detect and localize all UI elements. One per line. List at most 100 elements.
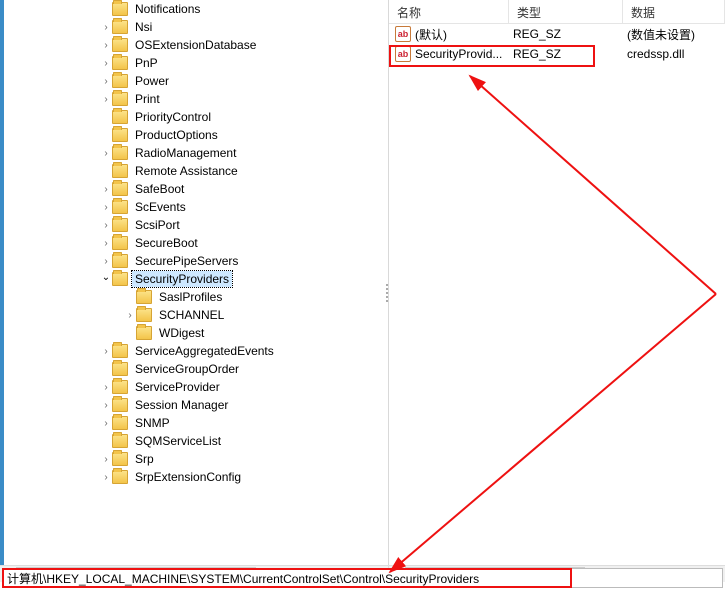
folder-icon [112, 344, 128, 358]
folder-icon [112, 74, 128, 88]
tree-label: SecureBoot [132, 235, 201, 251]
tree-item[interactable]: WDigest [4, 324, 388, 342]
col-type[interactable]: 类型 [509, 0, 623, 23]
tree-label: SecurityProviders [132, 271, 232, 287]
chevron-icon[interactable]: › [100, 454, 112, 465]
tree-item[interactable]: ›SecurePipeServers [4, 252, 388, 270]
folder-icon [112, 200, 128, 214]
tree-label: ProductOptions [132, 127, 221, 143]
tree-item[interactable]: › RadioManagement [4, 144, 388, 162]
tree-label: ScEvents [132, 199, 189, 215]
chevron-icon[interactable]: › [124, 310, 136, 321]
folder-icon [112, 146, 128, 160]
tree-item[interactable]: › Srp [4, 450, 388, 468]
folder-icon [112, 470, 128, 484]
tree-label: Print [132, 91, 163, 107]
chevron-icon[interactable]: › [100, 256, 112, 267]
tree-item[interactable]: › ScsiPort [4, 216, 388, 234]
tree-item[interactable]: › SecureBoot [4, 234, 388, 252]
chevron-icon[interactable]: › [100, 58, 112, 69]
folder-icon [112, 254, 128, 268]
tree-label: Remote Assistance [132, 163, 241, 179]
tree-label: RadioManagement [132, 145, 239, 161]
chevron-icon[interactable]: › [100, 400, 112, 411]
tree-label: OSExtensionDatabase [132, 37, 259, 53]
tree-label: SafeBoot [132, 181, 187, 197]
address-bar[interactable]: 计算机\HKEY_LOCAL_MACHINE\SYSTEM\CurrentCon… [2, 568, 723, 588]
tree-item[interactable]: › SNMP [4, 414, 388, 432]
chevron-icon[interactable]: › [100, 94, 112, 105]
tree-item[interactable]: ServiceGroupOrder [4, 360, 388, 378]
tree-item[interactable]: ⌄ SecurityProviders [4, 270, 388, 288]
tree-item[interactable]: SaslProfiles [4, 288, 388, 306]
tree-label: Srp [132, 451, 157, 467]
folder-icon [112, 92, 128, 106]
string-icon: ab [395, 46, 411, 62]
tree-label: ScsiPort [132, 217, 183, 233]
chevron-icon[interactable]: › [100, 238, 112, 249]
chevron-icon[interactable]: › [100, 418, 112, 429]
tree-item[interactable]: › ScEvents [4, 198, 388, 216]
tree-item[interactable]: › Nsi [4, 18, 388, 36]
tree-label: SQMServiceList [132, 433, 224, 449]
folder-icon [112, 56, 128, 70]
col-data[interactable]: 数据 [623, 0, 725, 23]
chevron-icon[interactable]: › [100, 22, 112, 33]
tree-item[interactable]: › Session Manager [4, 396, 388, 414]
tree-label: PnP [132, 55, 161, 71]
value-type: REG_SZ [509, 27, 623, 41]
tree-item[interactable]: PriorityControl [4, 108, 388, 126]
tree-label: Nsi [132, 19, 155, 35]
folder-icon [112, 380, 128, 394]
col-name[interactable]: 名称 [389, 0, 509, 23]
folder-icon [112, 452, 128, 466]
tree-label: SaslProfiles [156, 289, 225, 305]
tree-item[interactable]: › SCHANNEL [4, 306, 388, 324]
tree-label: ServiceProvider [132, 379, 223, 395]
tree-label: SrpExtensionConfig [132, 469, 244, 485]
chevron-icon[interactable]: › [100, 202, 112, 213]
folder-icon [112, 182, 128, 196]
folder-icon [112, 164, 128, 178]
value-type: REG_SZ [509, 47, 623, 61]
tree-item[interactable]: › Power [4, 72, 388, 90]
value-name: (默认) [415, 26, 509, 43]
value-data: (数值未设置) [623, 26, 725, 43]
value-data: credssp.dll [623, 47, 725, 61]
string-icon: ab [395, 26, 411, 42]
chevron-icon[interactable]: › [100, 472, 112, 483]
chevron-icon[interactable]: › [100, 184, 112, 195]
tree-item[interactable]: › SrpExtensionConfig [4, 468, 388, 486]
registry-tree[interactable]: Notifications › Nsi › OSExtensionDatabase › Pn… [4, 0, 388, 565]
folder-icon [112, 38, 128, 52]
chevron-icon[interactable]: › [100, 148, 112, 159]
tree-item[interactable]: › ServiceAggregatedEvents [4, 342, 388, 360]
tree-label: SCHANNEL [156, 307, 227, 323]
tree-item[interactable]: SQMServiceList [4, 432, 388, 450]
chevron-icon[interactable]: › [100, 76, 112, 87]
tree-item[interactable]: Remote Assistance [4, 162, 388, 180]
path-text: 计算机\HKEY_LOCAL_MACHINE\SYSTEM\CurrentCon… [7, 570, 479, 587]
tree-item[interactable]: › SafeBoot [4, 180, 388, 198]
tree-item[interactable]: › Print [4, 90, 388, 108]
tree-item[interactable]: › OSExtensionDatabase [4, 36, 388, 54]
tree-item[interactable]: Notifications [4, 0, 388, 18]
folder-icon [112, 20, 128, 34]
chevron-icon[interactable]: › [100, 346, 112, 357]
tree-label: ServiceAggregatedEvents [132, 343, 277, 359]
chevron-icon[interactable]: ⌄ [100, 272, 112, 283]
tree-item[interactable]: ProductOptions [4, 126, 388, 144]
chevron-icon[interactable]: › [100, 382, 112, 393]
tree-item[interactable]: › PnP [4, 54, 388, 72]
value-row[interactable]: ab(默认)REG_SZ(数值未设置) [389, 24, 725, 44]
chevron-icon[interactable]: › [100, 40, 112, 51]
folder-icon [112, 236, 128, 250]
tree-item[interactable]: › ServiceProvider [4, 378, 388, 396]
value-row[interactable]: abSecurityProvid...REG_SZcredssp.dll [389, 44, 725, 64]
tree-label: SNMP [132, 415, 173, 431]
tree-label: Notifications [132, 1, 203, 17]
folder-icon [136, 308, 152, 322]
tree-label: Power [132, 73, 172, 89]
chevron-icon[interactable]: › [100, 220, 112, 231]
tree-label: Session Manager [132, 397, 231, 413]
